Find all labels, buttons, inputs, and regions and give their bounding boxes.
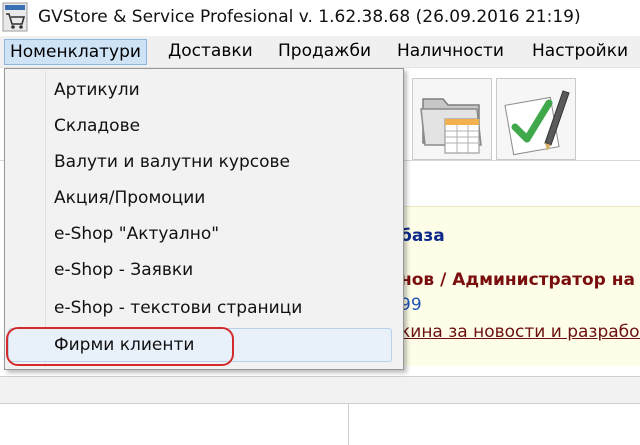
menu-nomenclatures[interactable]: Номенклатури: [4, 39, 147, 65]
menu-item-eshop-orders[interactable]: e-Shop - Заявки: [8, 253, 392, 287]
shopping-cart-icon: [2, 2, 28, 32]
menu-item-eshop-pages[interactable]: e-Shop - текстови страници: [8, 291, 392, 325]
title-bar: GVStore & Service Profesional v. 1.62.38…: [0, 0, 640, 36]
menu-item-promotions[interactable]: Акция/Промоции: [8, 181, 392, 215]
menu-item-articles[interactable]: Артикули: [8, 73, 392, 107]
user-role-label: нов / Администратор на: [400, 270, 635, 290]
document-pen-icon[interactable]: [496, 78, 576, 160]
menu-item-currencies[interactable]: Валути и валутни курсове: [8, 145, 392, 179]
folder-table-icon[interactable]: [412, 78, 492, 160]
news-link[interactable]: кина за новости и разработки: [400, 322, 640, 342]
menu-sales[interactable]: Продажби: [273, 39, 376, 65]
menu-stock[interactable]: Наличности: [392, 39, 509, 65]
window-title: GVStore & Service Profesional v. 1.62.38…: [38, 7, 581, 27]
menu-item-eshop-news[interactable]: e-Shop "Актуално": [8, 217, 392, 251]
menu-deliveries[interactable]: Доставки: [163, 39, 258, 65]
database-label: база: [400, 226, 445, 246]
menu-item-warehouses[interactable]: Складове: [8, 109, 392, 143]
panel-divider: [348, 404, 349, 445]
highlight-annotation: [6, 327, 234, 366]
bottom-panel: [0, 404, 640, 445]
menu-bar: Номенклатури Доставки Продажби Наличност…: [0, 36, 640, 68]
status-bar: [0, 376, 640, 404]
menu-settings[interactable]: Настройки: [527, 39, 633, 65]
